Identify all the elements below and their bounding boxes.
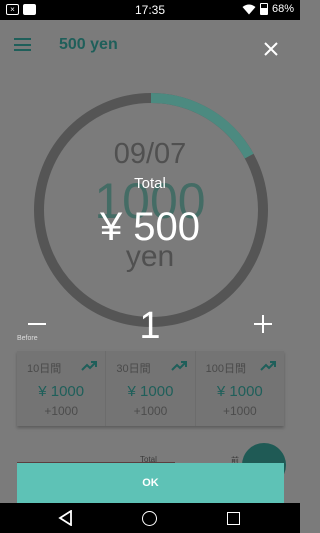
- total-value: ¥ 500: [99, 205, 201, 249]
- projection-card[interactable]: 10日間 ¥ 1000 +1000: [17, 351, 107, 426]
- trending-up-icon: [81, 361, 98, 371]
- card-amount: ¥ 1000: [38, 383, 85, 400]
- card-label: 10日間: [27, 363, 62, 375]
- card-label: 100日間: [205, 363, 247, 375]
- before-label: Before: [17, 335, 38, 342]
- card-delta: +1000: [222, 404, 257, 418]
- wifi-icon: [242, 4, 256, 14]
- card-delta: +1000: [133, 404, 168, 418]
- status-bar: × 17:35 68%: [0, 0, 300, 20]
- projection-card[interactable]: 30日間 ¥ 1000 +1000: [106, 351, 196, 426]
- home-icon[interactable]: [142, 511, 157, 526]
- app-header: 500 yen: [0, 20, 300, 70]
- recents-icon[interactable]: [227, 512, 240, 525]
- card-label: 30日間: [116, 363, 151, 375]
- card-amount: ¥ 1000: [127, 383, 174, 400]
- projection-card[interactable]: 100日間 ¥ 1000 +1000: [196, 351, 284, 426]
- back-icon[interactable]: [58, 510, 74, 526]
- card-amount: ¥ 1000: [216, 383, 263, 400]
- projection-cards: 10日間 ¥ 1000 +1000 30日間 ¥ 1000 +1000 100日…: [17, 351, 284, 426]
- total-label: Total: [134, 175, 166, 192]
- system-nav-bar: [0, 503, 300, 533]
- battery-percent: 68%: [271, 3, 294, 15]
- trending-up-icon: [170, 361, 187, 371]
- close-icon[interactable]: [264, 42, 278, 56]
- card-delta: +1000: [44, 404, 79, 418]
- battery-icon: [259, 3, 268, 15]
- increment-button[interactable]: [254, 313, 272, 335]
- trending-up-icon: [260, 361, 276, 371]
- page-title: 500 yen: [59, 36, 118, 53]
- ring-date: 09/07: [113, 138, 187, 170]
- status-right-icons: 68%: [242, 3, 294, 15]
- ok-button[interactable]: OK: [17, 463, 284, 503]
- menu-icon[interactable]: [14, 38, 31, 51]
